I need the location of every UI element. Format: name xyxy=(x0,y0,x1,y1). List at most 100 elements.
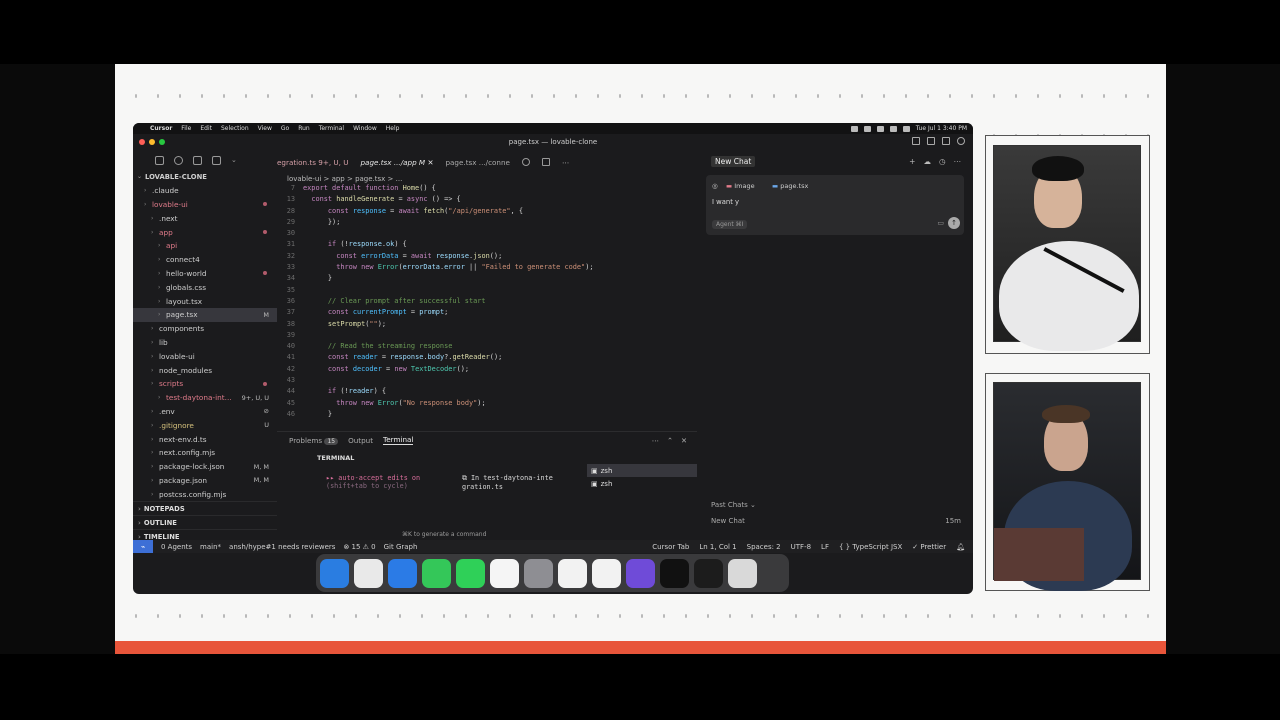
agents-status[interactable]: 0 Agents xyxy=(161,543,192,551)
tab-problems[interactable]: Problems 15 xyxy=(289,436,339,445)
language-mode[interactable]: { } TypeScript JSX xyxy=(839,543,902,551)
dock-app-icon[interactable] xyxy=(524,558,553,588)
dock-app-icon[interactable] xyxy=(728,558,757,588)
indentation[interactable]: Spaces: 2 xyxy=(747,543,781,551)
code-line[interactable]: 40 // Read the streaming response xyxy=(277,342,697,353)
search-icon[interactable] xyxy=(174,155,183,165)
code-line[interactable]: 37 const currentPrompt = prompt; xyxy=(277,308,697,319)
file-tree-item[interactable]: › .gitignore U xyxy=(133,418,277,432)
file-tree-item[interactable]: › package.json M, M xyxy=(133,474,277,488)
file-tree-item[interactable]: › next.config.mjs xyxy=(133,446,277,460)
files-icon[interactable] xyxy=(155,155,164,165)
wifi-icon[interactable] xyxy=(889,125,897,132)
code-line[interactable]: 41 const reader = response.body?.getRead… xyxy=(277,353,697,364)
file-tree-item[interactable]: › lovable-ui xyxy=(133,198,277,212)
branch-status[interactable]: main* xyxy=(200,543,221,551)
dock-app-icon[interactable] xyxy=(388,558,417,588)
menu-help[interactable]: Help xyxy=(386,125,400,132)
code-line[interactable]: 29 }); xyxy=(277,218,697,229)
menu-cursor[interactable]: Cursor xyxy=(150,125,172,132)
section-notepads[interactable]: › NOTEPADS xyxy=(133,501,277,515)
code-line[interactable]: 46 } xyxy=(277,410,697,421)
encoding[interactable]: UTF-8 xyxy=(791,543,811,551)
run-icon[interactable] xyxy=(521,158,530,166)
pr-status[interactable]: ansh/hype#1 needs reviewers xyxy=(229,543,335,551)
extensions-icon[interactable] xyxy=(212,155,221,165)
menu-selection[interactable]: Selection xyxy=(221,125,249,132)
breadcrumb[interactable]: lovable-ui > app > page.tsx > ... xyxy=(287,175,402,183)
code-line[interactable]: 42 const decoder = new TextDecoder(); xyxy=(277,365,697,376)
code-editor[interactable]: 7 export default function Home() {13 cons… xyxy=(277,184,697,431)
file-tree-item[interactable]: › lovable-ui xyxy=(133,349,277,363)
maximize-icon[interactable] xyxy=(159,139,165,145)
menu-terminal[interactable]: Terminal xyxy=(319,125,344,132)
source-control-icon[interactable] xyxy=(193,155,202,165)
code-line[interactable]: 13 const handleGenerate = async () => { xyxy=(277,195,697,206)
file-tree-item[interactable]: › globals.css xyxy=(133,280,277,294)
chevron-down-icon[interactable]: ⌄ xyxy=(231,156,240,165)
dock-app-icon[interactable] xyxy=(456,558,485,588)
code-line[interactable]: 30 xyxy=(277,229,697,240)
image-icon[interactable]: ▭ xyxy=(937,219,944,227)
file-tree-item[interactable]: › hello-world xyxy=(133,267,277,281)
remote-icon[interactable]: ⌁ xyxy=(133,540,153,553)
dock-app-icon[interactable] xyxy=(592,558,621,588)
toggle-panel-icon[interactable] xyxy=(927,137,935,145)
code-line[interactable]: 32 const errorData = await response.json… xyxy=(277,252,697,263)
gear-icon[interactable] xyxy=(957,137,965,145)
file-tree-item[interactable]: › postcss.config.mjs xyxy=(133,487,277,501)
cloud-icon[interactable]: ☁ xyxy=(923,157,931,166)
battery-icon[interactable] xyxy=(902,125,910,132)
tab-page-tsx-app[interactable]: page.tsx .../app M ✕ xyxy=(361,158,434,167)
close-icon[interactable] xyxy=(139,139,145,145)
code-line[interactable]: 45 throw new Error("No response body"); xyxy=(277,399,697,410)
chat-title[interactable]: New Chat xyxy=(711,155,756,167)
terminal-item[interactable]: ▣ zsh xyxy=(587,464,697,477)
dock-app-icon[interactable] xyxy=(694,558,723,588)
history-icon[interactable]: ◷ xyxy=(939,157,946,166)
terminal-output[interactable]: ▸▸ auto-accept edits on (shift+tab to cy… xyxy=(326,474,420,490)
file-tree-item[interactable]: › .env ⊘ xyxy=(133,405,277,419)
code-line[interactable]: 44 if (!reader) { xyxy=(277,387,697,398)
cursor-tab-status[interactable]: Cursor Tab xyxy=(652,543,689,551)
status-icon[interactable] xyxy=(850,125,858,132)
code-line[interactable]: 31 if (!response.ok) { xyxy=(277,240,697,251)
problems-status[interactable]: ⊗ 15 ⚠ 0 xyxy=(343,543,375,551)
code-line[interactable]: 28 const response = await fetch("/api/ge… xyxy=(277,207,697,218)
chat-composer[interactable]: ◎ ▬ Image ▬ page.tsx I want y Agent ⌘I ▭… xyxy=(706,175,964,235)
toggle-sidebar-icon[interactable] xyxy=(912,137,920,145)
more-icon[interactable]: ⋯ xyxy=(954,157,962,166)
status-icon[interactable] xyxy=(863,125,871,132)
file-tree-item[interactable]: › package-lock.json M, M xyxy=(133,460,277,474)
plus-icon[interactable]: + xyxy=(909,157,915,166)
status-icon[interactable] xyxy=(876,125,884,132)
file-tree-item[interactable]: › components xyxy=(133,322,277,336)
code-line[interactable]: 33 throw new Error(errorData.error || "F… xyxy=(277,263,697,274)
file-tree-item[interactable]: › test-daytona-int... 9+, U, U xyxy=(133,391,277,405)
file-tree-item[interactable]: › lib xyxy=(133,336,277,350)
dock-app-icon[interactable] xyxy=(422,558,451,588)
dock-app-icon[interactable] xyxy=(626,558,655,588)
close-icon[interactable]: ✕ xyxy=(681,436,687,445)
file-tree-item[interactable]: › layout.tsx xyxy=(133,294,277,308)
more-icon[interactable]: ⋯ xyxy=(562,158,569,167)
prettier-status[interactable]: ✓ Prettier xyxy=(912,543,946,551)
more-icon[interactable]: ⋯ xyxy=(652,436,659,445)
file-tree-item[interactable]: › app xyxy=(133,225,277,239)
tab-terminal[interactable]: Terminal xyxy=(383,435,414,445)
code-line[interactable]: 35 xyxy=(277,286,697,297)
code-line[interactable]: 39 xyxy=(277,331,697,342)
menu-edit[interactable]: Edit xyxy=(200,125,212,132)
image-chip[interactable]: ▬ Image xyxy=(726,182,755,190)
minimize-icon[interactable] xyxy=(149,139,155,145)
bell-icon[interactable]: 🔔︎ xyxy=(956,543,965,551)
tab-page-tsx-connect[interactable]: page.tsx .../conne xyxy=(445,158,510,167)
file-tree-item[interactable]: › connect4 xyxy=(133,253,277,267)
file-tree-item[interactable]: › node_modules xyxy=(133,363,277,377)
maximize-panel-icon[interactable]: ⌃ xyxy=(667,436,673,445)
code-line[interactable]: 34 } xyxy=(277,274,697,285)
agent-mode-select[interactable]: Agent ⌘I xyxy=(712,220,748,229)
line-ending[interactable]: LF xyxy=(821,543,829,551)
code-line[interactable]: 36 // Clear prompt after successful star… xyxy=(277,297,697,308)
menu-go[interactable]: Go xyxy=(281,125,289,132)
